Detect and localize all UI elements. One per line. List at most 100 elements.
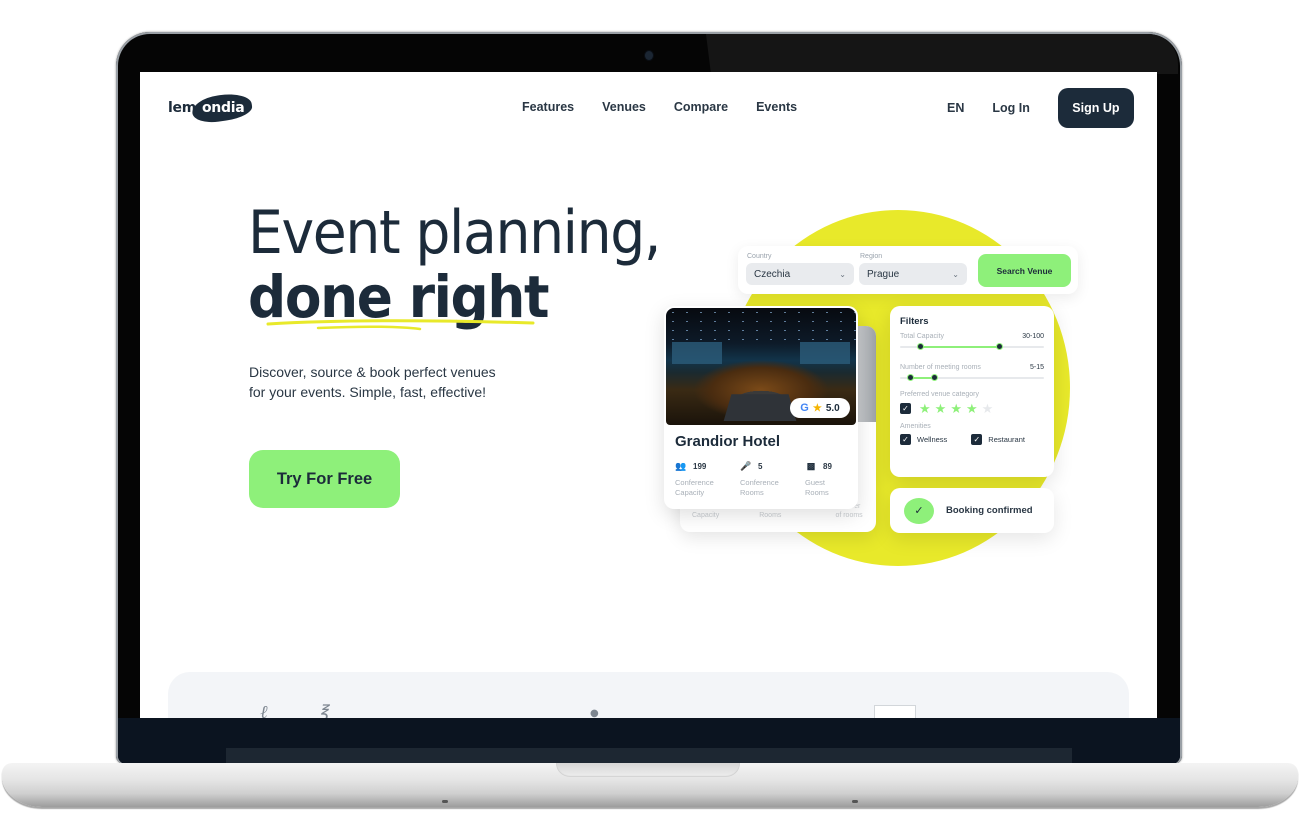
amenity-label: Restaurant bbox=[988, 435, 1025, 444]
region-label: Region bbox=[860, 253, 883, 260]
hero-title-line1: Event planning, bbox=[248, 198, 661, 268]
language-selector[interactable]: EN bbox=[947, 101, 964, 115]
country-label: Country bbox=[747, 253, 772, 260]
star-filled-icon[interactable]: ★ bbox=[950, 402, 962, 415]
country-select[interactable]: Czechia ⌄ bbox=[746, 263, 854, 285]
slider-thumb-min[interactable] bbox=[906, 374, 914, 381]
star-rating[interactable]: ★ ★ ★ ★ ★ bbox=[919, 402, 993, 415]
stat-label: Guest bbox=[805, 478, 826, 487]
region-value: Prague bbox=[867, 268, 900, 280]
slider-thumb-min[interactable] bbox=[916, 343, 924, 350]
stat-guest-rooms: ▩ 89 Guest Rooms bbox=[805, 461, 870, 498]
try-for-free-button[interactable]: Try For Free bbox=[249, 450, 400, 508]
website-screen: lem ondia Features Venues Compare Events… bbox=[140, 72, 1157, 718]
star-icon: ★ bbox=[812, 402, 822, 414]
stat-conference-capacity: 👥 199 Conference Capacity bbox=[675, 461, 740, 498]
region-field: Region Prague ⌄ bbox=[859, 253, 967, 285]
hero-subtitle-line1: Discover, source & book perfect venues bbox=[249, 364, 496, 380]
microphone-icon: 🎤 bbox=[740, 461, 752, 471]
back-stat-label: Rooms bbox=[759, 512, 782, 519]
laptop-hinge bbox=[226, 748, 1072, 764]
stat-label: Rooms bbox=[805, 488, 829, 497]
rating-value: 5.0 bbox=[825, 402, 840, 414]
slider-thumb-max[interactable] bbox=[931, 374, 939, 381]
category-row: ✓ ★ ★ ★ ★ ★ bbox=[900, 402, 1044, 415]
logo-blob: ondia bbox=[190, 90, 254, 126]
amenity-restaurant[interactable]: ✓ Restaurant bbox=[971, 434, 1025, 445]
checkbox-checked-icon[interactable]: ✓ bbox=[900, 434, 911, 445]
main-nav: Features Venues Compare Events bbox=[522, 100, 797, 114]
laptop-foot bbox=[442, 800, 448, 803]
slider-fill bbox=[920, 346, 1000, 348]
star-empty-icon[interactable]: ★ bbox=[982, 402, 994, 415]
venue-stats: 👥 199 Conference Capacity 🎤 5 Conference Roo… bbox=[675, 461, 870, 498]
grid-icon: ▩ bbox=[806, 461, 816, 471]
login-link[interactable]: Log In bbox=[992, 101, 1030, 115]
logo-text-blob: ondia bbox=[201, 99, 245, 116]
nav-actions: EN Log In Sign Up bbox=[947, 88, 1134, 128]
back-stat-label: of rooms bbox=[835, 512, 863, 519]
amenities-label: Amenities bbox=[900, 423, 931, 430]
venue-card[interactable]: G ★ 5.0 Grandior Hotel 👥 199 Conference Ca… bbox=[664, 306, 858, 509]
category-label: Preferred venue category bbox=[900, 391, 979, 398]
partner-logo bbox=[874, 705, 916, 718]
amenities-row: ✓ Wellness ✓ Restaurant bbox=[900, 434, 1044, 445]
rooms-label: Number of meeting rooms bbox=[900, 364, 981, 371]
star-filled-icon[interactable]: ★ bbox=[966, 402, 978, 415]
region-select[interactable]: Prague ⌄ bbox=[859, 263, 967, 285]
star-filled-icon[interactable]: ★ bbox=[935, 402, 947, 415]
projection-screen bbox=[800, 342, 850, 364]
lid-glare bbox=[706, 34, 1178, 74]
stat-label: Rooms bbox=[740, 488, 764, 497]
highlight-underline bbox=[266, 319, 535, 331]
check-icon: ✓ bbox=[904, 497, 934, 524]
google-rating-badge: G ★ 5.0 bbox=[790, 398, 850, 418]
stage bbox=[723, 394, 797, 421]
signup-button[interactable]: Sign Up bbox=[1057, 88, 1134, 128]
nav-link-venues[interactable]: Venues bbox=[602, 100, 646, 114]
rooms-row: Number of meeting rooms 5-15 bbox=[900, 364, 1044, 371]
nav-link-events[interactable]: Events bbox=[756, 100, 797, 114]
country-value: Czechia bbox=[754, 268, 791, 280]
venue-search-bar: Country Czechia ⌄ Region Prague ⌄ Search… bbox=[738, 246, 1078, 294]
rooms-range-slider[interactable] bbox=[900, 373, 1044, 383]
category-checkbox[interactable]: ✓ bbox=[900, 403, 911, 414]
hero-subtitle-line2: for your events. Simple, fast, effective… bbox=[249, 384, 487, 400]
venue-photo: G ★ 5.0 bbox=[666, 308, 856, 425]
partner-logo: ● bbox=[590, 708, 599, 718]
rooms-value: 5-15 bbox=[1029, 364, 1044, 371]
capacity-range-slider[interactable] bbox=[900, 342, 1044, 352]
capacity-value: 30-100 bbox=[1022, 333, 1044, 340]
search-venue-button[interactable]: Search Venue bbox=[978, 254, 1071, 287]
checkbox-checked-icon[interactable]: ✓ bbox=[971, 434, 983, 445]
lemondia-logo[interactable]: lem ondia bbox=[168, 90, 254, 126]
hero-subtitle: Discover, source & book perfect venues f… bbox=[249, 362, 519, 402]
chevron-down-icon: ⌄ bbox=[839, 269, 846, 279]
projection-screen bbox=[672, 342, 722, 364]
capacity-row: Total Capacity 30-100 bbox=[900, 333, 1044, 340]
back-stat-label: Capacity bbox=[692, 512, 720, 519]
chevron-down-icon: ⌄ bbox=[952, 269, 959, 279]
amenity-label: Wellness bbox=[917, 435, 948, 444]
stat-value: 199 bbox=[693, 462, 707, 471]
stat-label: Capacity bbox=[675, 488, 705, 497]
stat-label: Conference bbox=[675, 478, 714, 487]
partner-logo: ℓ bbox=[260, 702, 268, 718]
stat-value: 89 bbox=[823, 462, 832, 471]
amenity-wellness[interactable]: ✓ Wellness bbox=[900, 434, 947, 445]
laptop-opening-notch bbox=[556, 763, 740, 777]
nav-link-features[interactable]: Features bbox=[522, 100, 574, 114]
google-icon: G bbox=[800, 402, 809, 414]
filters-panel: Filters Total Capacity 30-100 Number of … bbox=[890, 306, 1054, 477]
stat-conference-rooms: 🎤 5 Conference Rooms bbox=[740, 461, 805, 498]
star-filled-icon[interactable]: ★ bbox=[919, 402, 931, 415]
camera-icon bbox=[645, 51, 653, 60]
laptop-foot bbox=[852, 800, 858, 803]
partner-logo: ℥ bbox=[318, 702, 329, 718]
booking-text: Booking confirmed bbox=[946, 505, 1033, 516]
capacity-label: Total Capacity bbox=[900, 333, 944, 340]
slider-thumb-max[interactable] bbox=[995, 343, 1003, 350]
nav-link-compare[interactable]: Compare bbox=[674, 100, 728, 114]
venue-name: Grandior Hotel bbox=[675, 433, 781, 450]
people-icon: 👥 bbox=[675, 461, 687, 471]
